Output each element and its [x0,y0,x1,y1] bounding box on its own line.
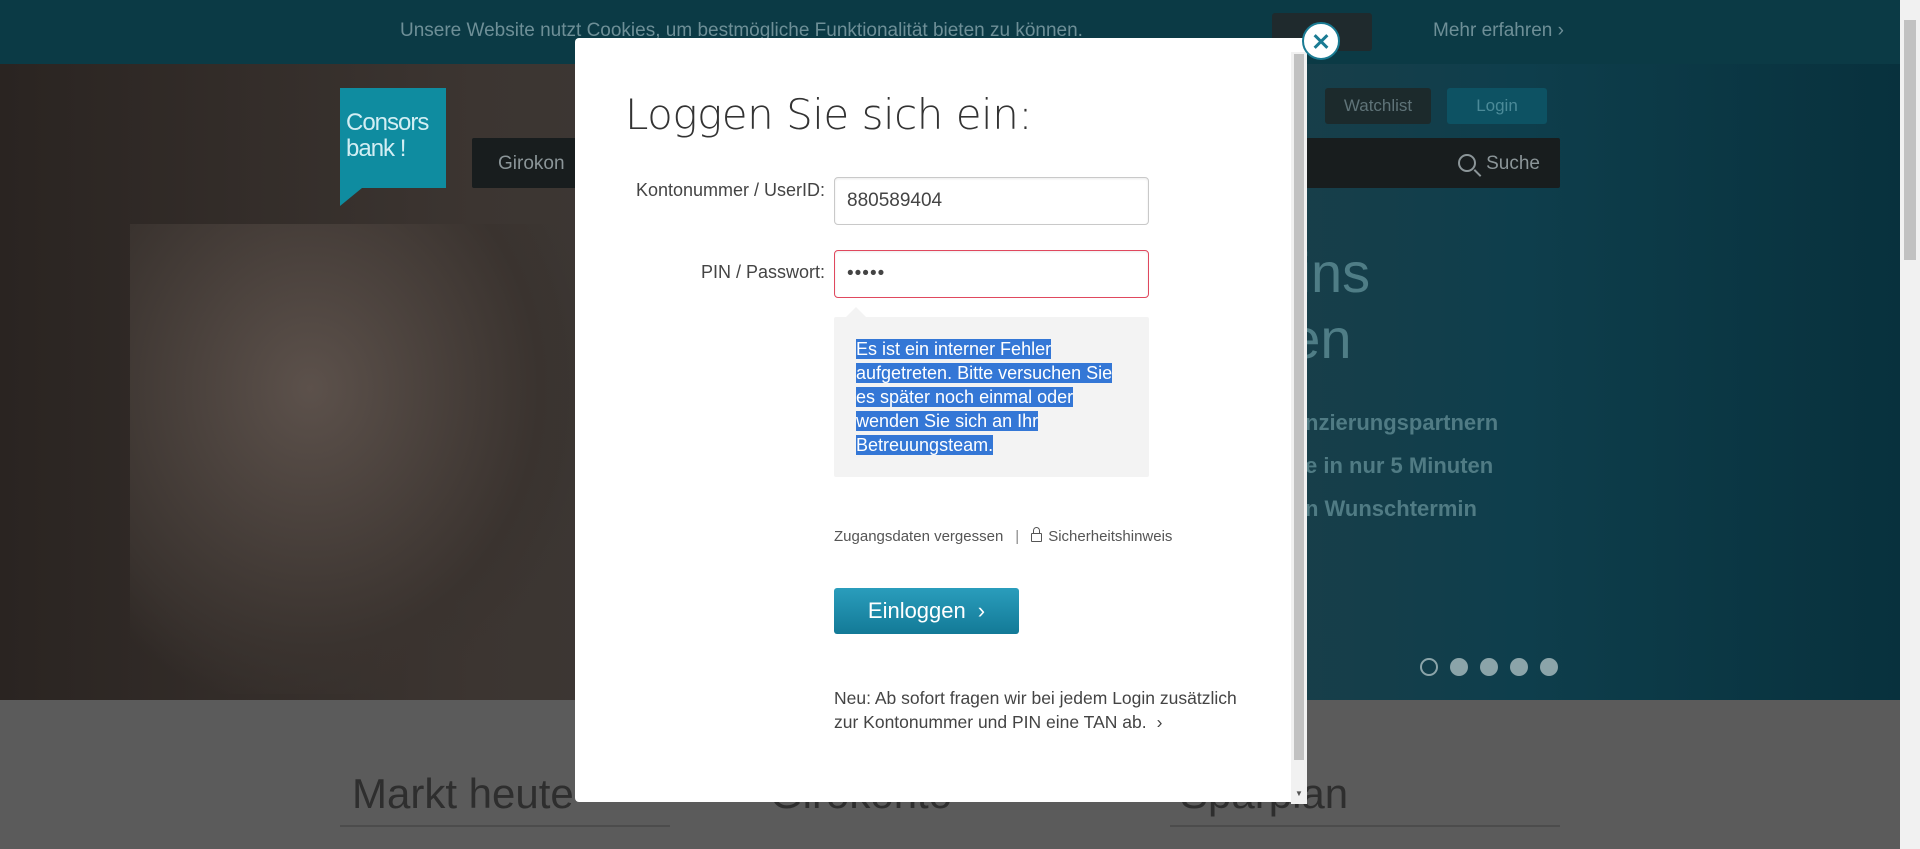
error-message-text: Es ist ein interner Fehler aufgetreten. … [856,339,1113,455]
page-scrollbar[interactable] [1900,0,1920,849]
help-links: Zugangsdaten vergessen | Sicherheitshinwei… [834,527,1173,545]
chevron-right-icon[interactable]: › [1157,712,1163,732]
error-tooltip: Es ist ein interner Fehler aufgetreten. … [834,317,1149,477]
hero-list-item: nzierungspartnern [1305,410,1499,435]
carousel-dot[interactable] [1450,658,1468,676]
section-divider [1170,825,1560,827]
hero-list: nzierungspartnern e in nur 5 Minuten n W… [1305,410,1498,539]
section-divider [340,825,670,827]
submit-label: Einloggen [867,598,966,623]
error-message: Es ist ein interner Fehler aufgetreten. … [856,337,1126,457]
carousel-dot[interactable] [1510,658,1528,676]
security-link[interactable]: Sicherheitshinweis [1031,527,1173,545]
hero-list-item: e in nur 5 Minuten [1305,453,1494,478]
carousel-dot[interactable] [1420,658,1438,676]
carousel-dot[interactable] [1540,658,1558,676]
lock-icon [1031,527,1043,542]
user-label: Kontonummer / UserID: [635,180,825,200]
search-icon [1458,154,1477,172]
pin-label: PIN / Passwort: [700,262,825,282]
carousel-dot[interactable] [1480,658,1498,676]
user-id-input[interactable]: 880589404 [834,177,1149,225]
tan-notice-text: Neu: Ab sofort fragen wir bei jedem Logi… [834,688,1237,732]
login-submit-button[interactable]: Einloggen › [834,588,1019,634]
security-link-label: Sicherheitshinweis [1048,528,1173,545]
cookie-more-link[interactable]: Mehr erfahren › [1433,20,1564,42]
chevron-right-icon: › [977,598,986,623]
cookie-more-label: Mehr erfahren [1433,20,1553,41]
modal-scrollbar[interactable]: ▼ [1291,52,1307,804]
watchlist-button[interactable]: Watchlist [1325,88,1431,124]
tan-notice: Neu: Ab sofort fragen wir bei jedem Logi… [834,686,1254,734]
search-label: Suche [1486,153,1540,174]
link-separator: | [1015,528,1020,545]
nav-item-girokonto[interactable]: Girokon [498,153,565,175]
modal-scrollbar-thumb[interactable] [1294,54,1304,760]
pin-input[interactable]: ••••• [834,250,1149,298]
modal-title: Loggen Sie sich ein: [625,90,1033,139]
consorsbank-logo[interactable]: Consors bank ! [340,88,446,188]
login-modal: Loggen Sie sich ein: Kontonummer / UserI… [575,38,1307,804]
scroll-down-arrow-icon[interactable]: ▼ [1295,789,1303,798]
section-heading: Markt heute [352,770,574,817]
page-scrollbar-thumb[interactable] [1904,20,1916,260]
carousel-dots [1420,658,1570,681]
chevron-right-icon: › [1557,20,1564,41]
close-button[interactable] [1302,22,1340,60]
hero-image [130,224,580,694]
logo-tail-shape [340,188,362,206]
header-login-button[interactable]: Login [1447,88,1547,124]
forgot-credentials-link[interactable]: Zugangsdaten vergessen [834,528,1003,545]
nav-search[interactable]: Suche [1458,153,1540,175]
hero-list-item: n Wunschtermin [1305,496,1477,521]
